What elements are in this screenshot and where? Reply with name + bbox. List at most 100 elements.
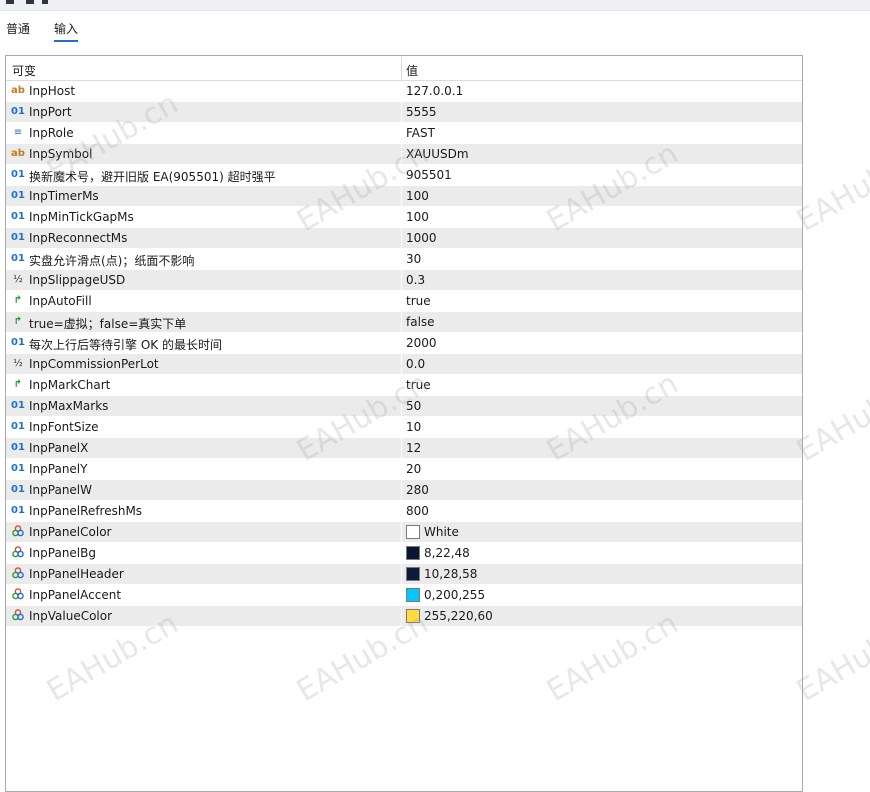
table-row[interactable]: ≡ InpRole FAST	[6, 123, 802, 144]
toolbar-fragment	[26, 0, 34, 4]
table-row[interactable]: 01 每次上行后等待引擎 OK 的最长时间 2000	[6, 333, 802, 354]
parameter-value[interactable]: XAUUSDm	[406, 147, 469, 161]
cell-divider	[401, 81, 402, 101]
parameter-name: InpMinTickGapMs	[29, 210, 134, 224]
parameter-name: 每次上行后等待引擎 OK 的最长时间	[29, 338, 222, 352]
parameter-value[interactable]: 0.3	[406, 273, 425, 287]
parameter-value[interactable]: 12	[406, 441, 421, 455]
parameter-value[interactable]: false	[406, 315, 435, 329]
parameter-value[interactable]: FAST	[406, 126, 435, 140]
parameter-name: InpPanelX	[29, 441, 89, 455]
color-type-icon	[10, 567, 26, 581]
parameter-value[interactable]: 20	[406, 462, 421, 476]
table-row[interactable]: 01 InpReconnectMs 1000	[6, 228, 802, 249]
parameter-value[interactable]: White	[406, 525, 459, 539]
integer-type-icon: 01	[11, 400, 25, 411]
table-row[interactable]: 01 实盘允许滑点(点)；纸面不影响 30	[6, 249, 802, 270]
integer-type-icon: 01	[11, 169, 25, 180]
table-row[interactable]: ½ InpCommissionPerLot 0.0	[6, 354, 802, 375]
table-header: 可变 值	[6, 56, 802, 81]
table-row[interactable]: 01 InpPanelX 12	[6, 438, 802, 459]
parameter-value[interactable]: true	[406, 294, 431, 308]
color-swatch[interactable]	[406, 567, 420, 581]
parameter-name: InpPanelY	[29, 462, 88, 476]
table-row[interactable]: 01 InpTimerMs 100	[6, 186, 802, 207]
parameter-value-text: White	[424, 525, 459, 539]
integer-type-icon: 01	[11, 232, 25, 243]
table-row[interactable]: ↱ true=虚拟；false=真实下单 false	[6, 312, 802, 333]
table-row[interactable]: ab InpSymbol XAUUSDm	[6, 144, 802, 165]
table-row[interactable]: ab InpHost 127.0.0.1	[6, 81, 802, 102]
cell-divider	[401, 606, 402, 626]
parameter-value[interactable]: 30	[406, 252, 421, 266]
table-row[interactable]: 01 InpPanelRefreshMs 800	[6, 501, 802, 522]
toolbar-fragment	[42, 0, 48, 4]
parameter-value[interactable]: 127.0.0.1	[406, 84, 463, 98]
table-row[interactable]: InpPanelColor White	[6, 522, 802, 543]
parameter-value[interactable]: 0.0	[406, 357, 425, 371]
parameter-value[interactable]: 2000	[406, 336, 437, 350]
parameter-name: InpPanelBg	[29, 546, 96, 560]
parameter-name: InpPanelColor	[29, 525, 112, 539]
column-header-value[interactable]: 值	[406, 62, 418, 79]
cell-divider	[401, 354, 402, 374]
parameter-value[interactable]: 1000	[406, 231, 437, 245]
cell-divider	[401, 396, 402, 416]
cell-divider	[401, 375, 402, 395]
table-row[interactable]: 01 InpPanelW 280	[6, 480, 802, 501]
table-row[interactable]: ½ InpSlippageUSD 0.3	[6, 270, 802, 291]
cell-divider	[401, 438, 402, 458]
color-swatch[interactable]	[406, 588, 420, 602]
parameter-value[interactable]: 255,220,60	[406, 609, 493, 623]
parameter-value[interactable]: true	[406, 378, 431, 392]
tab-inputs[interactable]: 输入	[54, 20, 79, 42]
color-swatch[interactable]	[406, 546, 420, 560]
table-row[interactable]: 01 InpPanelY 20	[6, 459, 802, 480]
cell-divider	[401, 123, 402, 143]
parameter-value[interactable]: 10	[406, 420, 421, 434]
column-header-variable[interactable]: 可变	[12, 62, 36, 79]
parameter-value-text: 10	[406, 420, 422, 434]
parameter-value[interactable]: 280	[406, 483, 429, 497]
parameter-name: InpValueColor	[29, 609, 113, 623]
integer-type-icon: 01	[11, 337, 25, 348]
color-swatch[interactable]	[406, 609, 420, 623]
table-row[interactable]: InpPanelAccent 0,200,255	[6, 585, 802, 606]
parameter-name: InpPanelW	[29, 483, 92, 497]
parameter-value[interactable]: 100	[406, 189, 429, 203]
parameter-value[interactable]: 905501	[406, 168, 452, 182]
double-type-icon: ½	[13, 274, 23, 285]
color-type-icon	[10, 525, 26, 539]
parameter-value[interactable]: 100	[406, 210, 429, 224]
top-toolbar-strip	[0, 0, 870, 11]
table-row[interactable]: ↱ InpMarkChart true	[6, 375, 802, 396]
table-row[interactable]: InpPanelHeader 10,28,58	[6, 564, 802, 585]
cell-divider	[401, 522, 402, 542]
parameter-value[interactable]: 10,28,58	[406, 567, 477, 581]
double-type-icon: ½	[13, 358, 23, 369]
table-body: ab InpHost 127.0.0.1 01 InpPort 5555 ≡ InpRole F…	[6, 81, 802, 627]
parameter-value[interactable]: 800	[406, 504, 429, 518]
parameter-value[interactable]: 5555	[406, 105, 437, 119]
table-row[interactable]: InpPanelBg 8,22,48	[6, 543, 802, 564]
table-row[interactable]: 01 InpMinTickGapMs 100	[6, 207, 802, 228]
parameter-value[interactable]: 50	[406, 399, 421, 413]
color-swatch[interactable]	[406, 525, 420, 539]
parameter-name: InpSymbol	[29, 147, 93, 161]
table-row[interactable]: 01 InpMaxMarks 50	[6, 396, 802, 417]
parameter-name: 换新魔术号，避开旧版 EA(905501) 超时强平	[29, 170, 276, 184]
table-row[interactable]: 01 InpPort 5555	[6, 102, 802, 123]
integer-type-icon: 01	[11, 211, 25, 222]
parameter-value[interactable]: 8,22,48	[406, 546, 470, 560]
integer-type-icon: 01	[11, 190, 25, 201]
table-row[interactable]: 01 InpFontSize 10	[6, 417, 802, 438]
parameter-value-text: 100	[406, 189, 429, 203]
parameter-value[interactable]: 0,200,255	[406, 588, 485, 602]
tab-common[interactable]: 普通	[6, 20, 30, 40]
table-row[interactable]: ↱ InpAutoFill true	[6, 291, 802, 312]
table-row[interactable]: InpValueColor 255,220,60	[6, 606, 802, 627]
table-row[interactable]: 01 换新魔术号，避开旧版 EA(905501) 超时强平 905501	[6, 165, 802, 186]
cell-divider	[401, 501, 402, 521]
column-divider[interactable]	[401, 56, 402, 80]
integer-type-icon: 01	[11, 106, 25, 117]
